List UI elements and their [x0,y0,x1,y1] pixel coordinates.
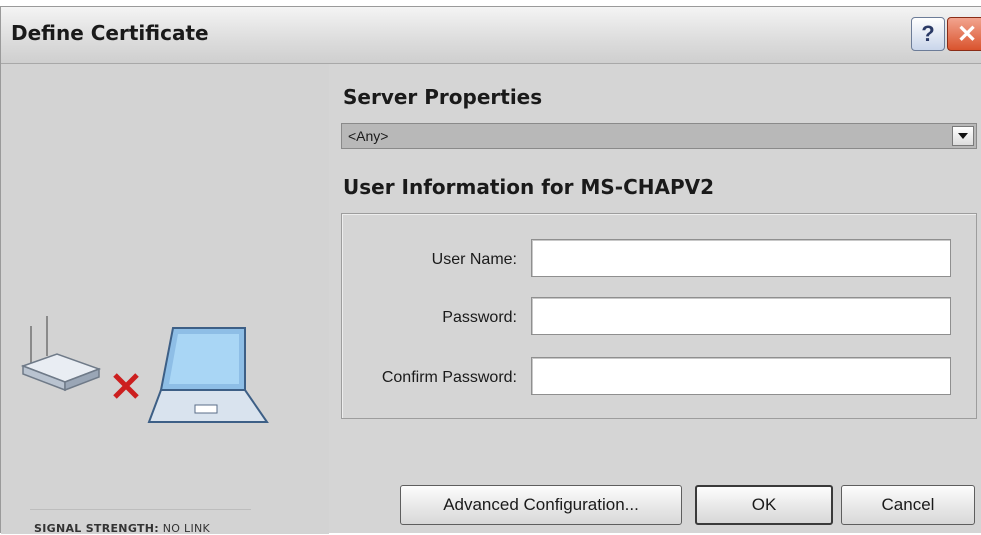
no-connection-icon [113,373,139,399]
signal-strength-indicator: SIGNAL STRENGTH: NO LINK [34,522,210,535]
confirm-password-label: Confirm Password: [381,369,517,386]
signal-strength-label: SIGNAL STRENGTH: [34,522,159,535]
define-certificate-dialog: Define Certificate ? ✕ SIGNAL STRENGTH: … [0,6,981,535]
advanced-configuration-button[interactable]: Advanced Configuration... [400,485,682,525]
server-properties-heading: Server Properties [343,85,543,109]
confirm-password-field[interactable] [531,357,951,395]
help-button[interactable]: ? [911,17,945,51]
router-icon [20,316,102,392]
chevron-down-icon [958,133,968,139]
connection-illustration [20,316,269,423]
close-button[interactable]: ✕ [947,17,981,51]
laptop-icon [147,327,269,423]
cancel-button[interactable]: Cancel [841,485,975,525]
title-bar: Define Certificate ? ✕ [1,7,981,64]
signal-strength-value: NO LINK [162,522,211,535]
close-icon: ✕ [956,20,978,48]
user-name-label: User Name: [431,251,517,268]
ok-button[interactable]: OK [695,485,833,525]
server-properties-selected: <Any> [348,128,389,144]
signal-divider [30,509,251,510]
password-field[interactable] [531,297,951,335]
dialog-title: Define Certificate [11,21,209,45]
user-name-field[interactable] [531,239,951,277]
password-label: Password: [442,309,517,326]
user-info-heading: User Information for MS-CHAPV2 [343,175,715,199]
connection-status-panel: SIGNAL STRENGTH: NO LINK [1,64,329,535]
dropdown-arrow-button[interactable] [952,126,974,146]
help-icon: ? [921,21,935,46]
server-properties-dropdown[interactable]: <Any> [341,123,977,149]
